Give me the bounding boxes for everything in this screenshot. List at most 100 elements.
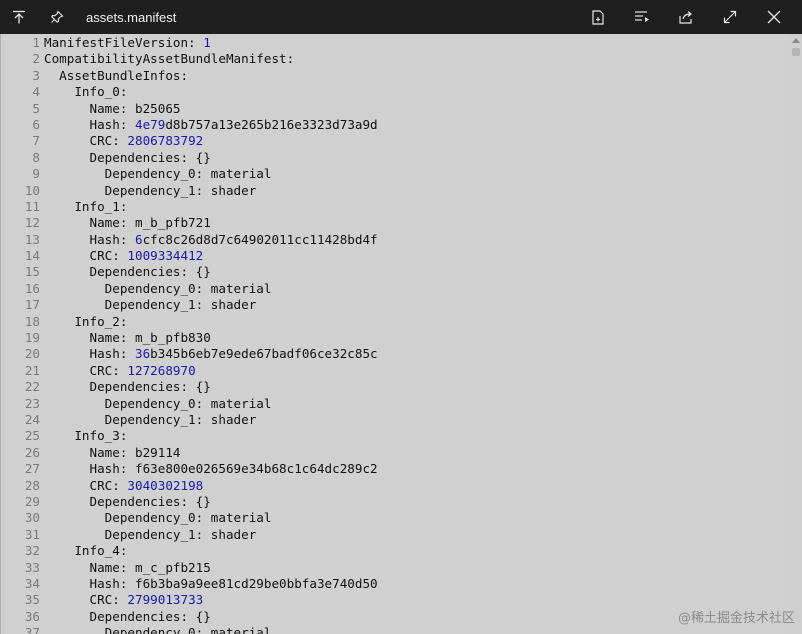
line-number-value: 1 — [203, 35, 211, 50]
line-key: Dependency_0: material — [44, 280, 272, 296]
line-number: 31 — [24, 526, 40, 542]
code-line: 4 Info_0: — [1, 84, 789, 100]
line-text: Info_4: — [44, 543, 789, 559]
line-key: Info_4: — [44, 543, 128, 559]
line-key: Dependencies: {} — [44, 608, 211, 624]
scroll-thumb[interactable] — [792, 48, 800, 56]
line-key: Dependency_0: material — [44, 625, 272, 634]
line-number: 17 — [24, 297, 40, 313]
scroll-up-arrow[interactable] — [789, 34, 802, 46]
scroll-top-button[interactable] — [0, 0, 38, 34]
code-line: 1 ManifestFileVersion: 1 — [1, 35, 789, 51]
line-rest: cfc8c26d8d7c64902011cc11428bd4f — [142, 231, 378, 247]
line-text: Dependency_0: material — [44, 510, 789, 526]
code-line: 30 Dependency_0: material — [1, 510, 789, 526]
code-line: 32 Info_4: — [1, 543, 789, 559]
code-line: 11 Info_1: — [1, 199, 789, 215]
line-number: 36 — [24, 608, 40, 624]
code-line: 2 CompatibilityAssetBundleManifest: — [1, 51, 789, 67]
line-key: Info_0: — [44, 84, 128, 100]
window-title: assets.manifest — [86, 9, 177, 25]
line-rest: b345b6eb7e9ede67badf06ce32c85c — [150, 346, 378, 362]
line-text: Name: m_b_pfb830 — [44, 330, 789, 346]
line-key: CRC: — [44, 133, 128, 149]
line-text: Dependency_1: shader — [44, 297, 789, 313]
line-text: Hash: 36b345b6eb7e9ede67badf06ce32c85c — [44, 346, 789, 362]
line-text: Hash: 4e79d8b757a13e265b216e3323d73a9d — [44, 117, 789, 133]
line-number: 16 — [24, 280, 40, 296]
line-key: CRC: — [44, 477, 128, 493]
line-number: 10 — [24, 182, 40, 198]
line-key: CompatibilityAssetBundleManifest: — [44, 51, 295, 67]
line-number: 27 — [24, 461, 40, 477]
code-line: 31 Dependency_1: shader — [1, 527, 789, 543]
line-text: Name: b25065 — [44, 101, 789, 117]
line-number: 3 — [32, 67, 40, 83]
arrow-to-top-icon — [13, 10, 25, 24]
line-key: Dependency_0: material — [44, 166, 272, 182]
line-number-value: 36 — [135, 346, 151, 362]
vertical-scrollbar[interactable] — [789, 34, 802, 634]
line-number: 9 — [32, 166, 40, 182]
code-line: 27 Hash: f63e800e026569e34b68c1c64dc289c… — [1, 461, 789, 477]
line-number: 32 — [24, 543, 40, 559]
format-button[interactable] — [620, 0, 664, 34]
line-text: Dependencies: {} — [44, 264, 789, 280]
line-number: 21 — [24, 362, 40, 378]
code-line: 14 CRC: 1009334412 — [1, 248, 789, 264]
line-key: Dependencies: {} — [44, 493, 211, 509]
code-editor[interactable]: 1 ManifestFileVersion: 1 2 CompatibilityAss… — [0, 34, 802, 634]
line-number: 33 — [24, 559, 40, 575]
line-key: Hash: — [44, 116, 135, 132]
code-line: 23 Dependency_0: material — [1, 396, 789, 412]
line-text: ManifestFileVersion: 1 — [44, 35, 789, 51]
code-line: 15 Dependencies: {} — [1, 264, 789, 280]
pin-button[interactable] — [38, 0, 76, 34]
code-lines: 1 ManifestFileVersion: 1 2 CompatibilityAss… — [1, 34, 789, 634]
line-rest: d8b757a13e265b216e3323d73a9d — [165, 116, 378, 132]
line-number: 34 — [24, 575, 40, 591]
save-file-icon — [592, 9, 604, 25]
line-key: Name: m_b_pfb721 — [44, 215, 211, 231]
line-number: 22 — [24, 379, 40, 395]
line-key: Name: m_b_pfb830 — [44, 330, 211, 346]
line-number-value: 6 — [135, 231, 143, 247]
line-number: 26 — [24, 444, 40, 460]
code-line: 5 Name: b25065 — [1, 101, 789, 117]
code-line: 25 Info_3: — [1, 428, 789, 444]
list-format-icon — [635, 11, 649, 22]
line-number: 6 — [32, 116, 40, 132]
line-number: 2 — [32, 51, 40, 67]
line-text: CRC: 1009334412 — [44, 248, 789, 264]
code-line: 36 Dependencies: {} — [1, 609, 789, 625]
line-key: CRC: — [44, 248, 128, 264]
line-key: Dependency_1: shader — [44, 411, 257, 427]
line-text: CRC: 127268970 — [44, 363, 789, 379]
code-line: 33 Name: m_c_pfb215 — [1, 560, 789, 576]
line-key: Info_1: — [44, 198, 128, 214]
code-line: 7 CRC: 2806783792 — [1, 133, 789, 149]
line-text: Hash: f63e800e026569e34b68c1c64dc289c2 — [44, 461, 789, 477]
line-number: 20 — [24, 346, 40, 362]
line-text: Dependency_1: shader — [44, 527, 789, 543]
line-text: Info_1: — [44, 199, 789, 215]
close-button[interactable] — [752, 0, 796, 34]
line-key: Hash: — [44, 346, 135, 362]
line-text: Info_0: — [44, 84, 789, 100]
line-text: Dependency_0: material — [44, 396, 789, 412]
share-button[interactable] — [664, 0, 708, 34]
code-line: 17 Dependency_1: shader — [1, 297, 789, 313]
line-key: Hash: f63e800e026569e34b68c1c64dc289c2 — [44, 461, 378, 477]
close-icon — [767, 10, 781, 24]
line-key: Dependencies: {} — [44, 149, 211, 165]
line-text: Dependency_0: material — [44, 625, 789, 634]
line-number: 14 — [24, 248, 40, 264]
expand-button[interactable] — [708, 0, 752, 34]
line-text: Hash: f6b3ba9a9ee81cd29be0bbfa3e740d50 — [44, 576, 789, 592]
save-button[interactable] — [576, 0, 620, 34]
code-line: 24 Dependency_1: shader — [1, 412, 789, 428]
line-number-value: 3040302198 — [127, 477, 204, 493]
line-number: 4 — [32, 84, 40, 100]
line-number: 24 — [24, 411, 40, 427]
line-text: Dependencies: {} — [44, 150, 789, 166]
